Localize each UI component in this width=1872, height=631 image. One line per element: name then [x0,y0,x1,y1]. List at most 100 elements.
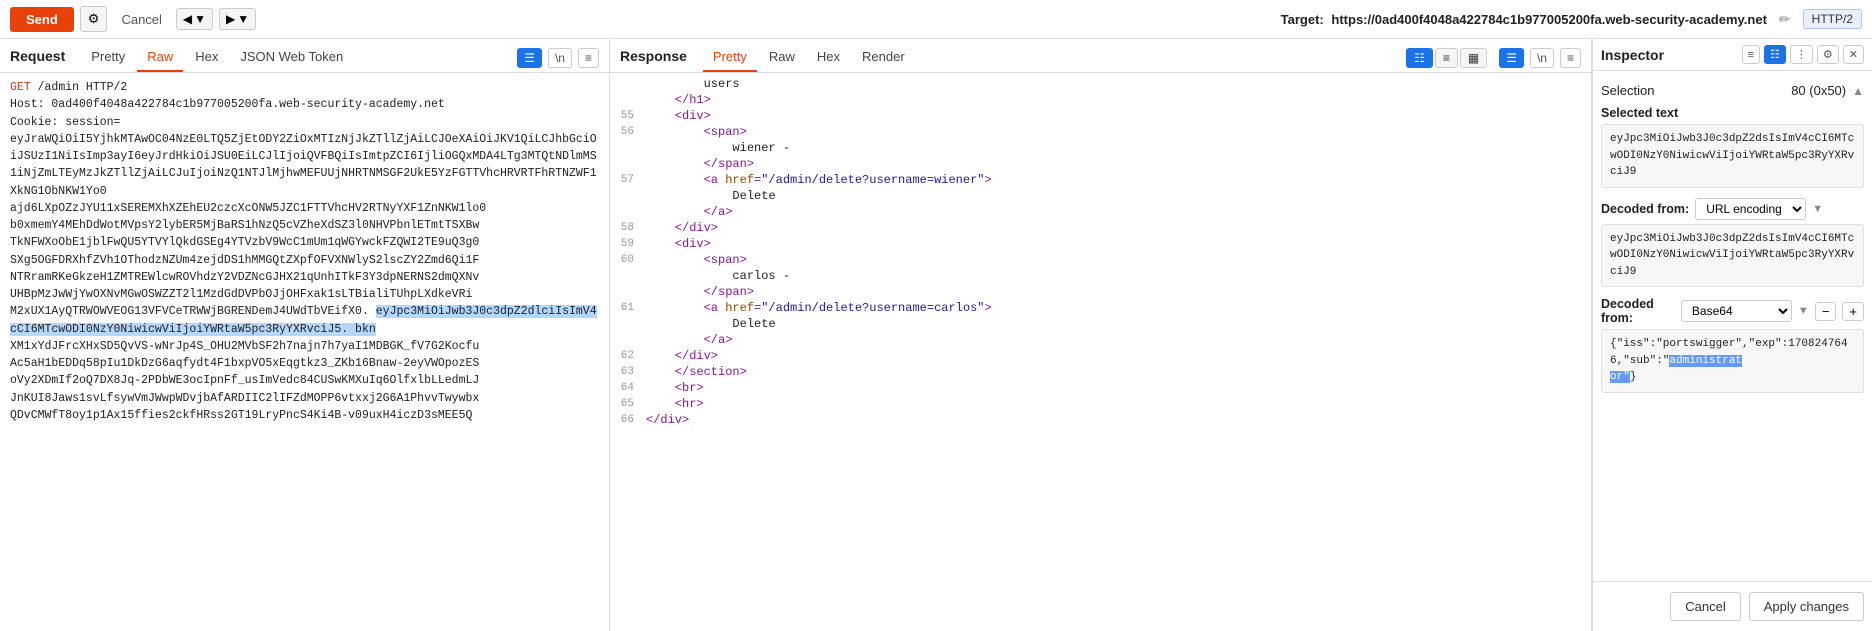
tab-response-pretty[interactable]: Pretty [703,45,757,72]
request-newline-btn[interactable]: \n [548,48,572,68]
selection-value: 80 (0x50) [1791,83,1846,98]
chevron-down-icon2: ▼ [237,12,249,26]
code-line: wiener - [610,141,1591,157]
chevron-left-icon: ◀ [183,12,192,26]
response-tab-bar: Pretty Raw Hex Render ☷ ≡ ▦ ☰ \n ≡ [703,45,1581,72]
tab-request-jwt[interactable]: JSON Web Token [230,45,353,72]
response-inline-btn[interactable]: ☰ [1499,48,1524,68]
selected-text-title: Selected text [1601,106,1864,120]
response-content[interactable]: users </h1> 55 <div> 56 <span> wiener - [610,73,1591,631]
request-panel: Request Pretty Raw Hex JSON Web Token ☰ … [0,39,610,631]
apply-changes-button[interactable]: Apply changes [1749,592,1864,621]
code-line: </a> [610,333,1591,349]
request-wrap-btn[interactable]: ≡ [578,48,599,68]
decoded-url-section: Decoded from: URL encoding Base64 HTML ▼… [1601,198,1864,288]
response-panel-header: Response Pretty Raw Hex Render ☷ ≡ ▦ ☰ \… [610,39,1591,73]
code-line: 58 </div> [610,221,1591,237]
tab-response-render[interactable]: Render [852,45,915,72]
inspector-cancel-button[interactable]: Cancel [1670,592,1740,621]
toolbar: Send ⚙ Cancel ◀ ▼ ▶ ▼ Target: https://0a… [0,0,1872,39]
code-line: </h1> [610,93,1591,109]
selected-text-section: Selected text eyJpc3MiOiJwb3J0c3dpZ2dsIs… [1601,106,1864,188]
inspector-header: Inspector ≡ ☷ ⋮ ⚙ ✕ [1593,39,1872,71]
request-inline-btn[interactable]: ☰ [517,48,542,68]
code-line: </span> [610,285,1591,301]
main-area: Request Pretty Raw Hex JSON Web Token ☰ … [0,39,1872,631]
code-line: Delete [610,189,1591,205]
tab-request-pretty[interactable]: Pretty [81,45,135,72]
view-grid-btn[interactable]: ☷ [1406,48,1433,68]
nav-back-button[interactable]: ◀ ▼ [176,8,213,30]
code-line: 59 <div> [610,237,1591,253]
code-line: 66 </div> [610,413,1591,429]
selection-chevron-icon[interactable]: ▲ [1852,84,1864,98]
decoded-base64-label: Decoded from: [1601,297,1675,325]
view-wrap-btn[interactable]: ▦ [1460,48,1487,68]
tab-request-raw[interactable]: Raw [137,45,183,72]
chevron-down-url-icon: ▼ [1812,203,1823,215]
chevron-down-icon: ▼ [194,12,206,26]
edit-url-icon[interactable]: ✏ [1779,11,1791,28]
request-content[interactable]: GET /admin HTTP/2 Host: 0ad400f4048a4227… [0,73,609,631]
decode-minus-btn[interactable]: − [1815,302,1837,321]
code-line: users [610,77,1591,93]
inspector-close-btn[interactable]: ✕ [1843,45,1864,64]
response-panel-title: Response [620,48,687,70]
cancel-button[interactable]: Cancel [113,8,169,31]
decoded-base64-text[interactable]: {"iss":"portswigger","exp":1708247646,"s… [1601,329,1864,393]
decoded-url-select[interactable]: URL encoding Base64 HTML [1695,198,1806,220]
target-label: Target: https://0ad400f4048a422784c1b977… [1281,12,1767,27]
send-button[interactable]: Send [10,7,74,32]
decode-plus-btn[interactable]: + [1842,302,1864,321]
code-line: </span> [610,157,1591,173]
decoded-base64-select[interactable]: Base64 URL encoding HTML [1681,300,1792,322]
tab-response-hex[interactable]: Hex [807,45,850,72]
code-line: 56 <span> [610,125,1591,141]
settings-button[interactable]: ⚙ [80,6,108,32]
request-panel-title: Request [10,48,65,70]
inspector-align-btn[interactable]: ⋮ [1790,45,1813,64]
inspector-title: Inspector [1601,47,1742,63]
code-line: </a> [610,205,1591,221]
decoded-url-label: Decoded from: [1601,202,1689,216]
response-wrap-btn[interactable]: ≡ [1560,48,1581,68]
decoded-url-text[interactable]: eyJpc3MiOiJwb3J0c3dpZ2dsIsImV4cCI6MTcwOD… [1601,224,1864,288]
code-line: 57 <a href="/admin/delete?username=wiene… [610,173,1591,189]
selection-row: Selection 80 (0x50) ▲ [1601,79,1864,106]
inspector-view-split-btn[interactable]: ☷ [1764,45,1786,64]
selection-label: Selection [1601,83,1654,98]
inspector-footer: Cancel Apply changes [1593,581,1872,631]
response-view-group: ☷ ≡ ▦ [1406,48,1487,68]
request-tab-bar: Pretty Raw Hex JSON Web Token ☰ \n ≡ [81,45,599,72]
decoded-base64-header: Decoded from: Base64 URL encoding HTML ▼… [1601,297,1864,325]
chevron-down-b64-icon: ▼ [1798,305,1809,317]
code-line: 60 <span> [610,253,1591,269]
selected-text-box[interactable]: eyJpc3MiOiJwb3J0c3dpZ2dsIsImV4cCI6MTcwOD… [1601,124,1864,188]
tab-request-hex[interactable]: Hex [185,45,228,72]
request-panel-header: Request Pretty Raw Hex JSON Web Token ☰ … [0,39,609,73]
inspector-view-text-btn[interactable]: ≡ [1742,45,1760,64]
tab-response-raw[interactable]: Raw [759,45,805,72]
code-line: 61 <a href="/admin/delete?username=carlo… [610,301,1591,317]
request-tab-icons: ☰ \n ≡ [517,48,599,72]
code-line: 63 </section> [610,365,1591,381]
code-line: 62 </div> [610,349,1591,365]
decoded-url-header: Decoded from: URL encoding Base64 HTML ▼ [1601,198,1864,220]
http-version-badge[interactable]: HTTP/2 [1803,9,1862,29]
inspector-panel: Inspector ≡ ☷ ⋮ ⚙ ✕ Selection 80 (0x50) … [1592,39,1872,631]
inspector-icon-group: ≡ ☷ ⋮ ⚙ ✕ [1742,45,1864,64]
code-line: 64 <br> [610,381,1591,397]
decoded-base64-section: Decoded from: Base64 URL encoding HTML ▼… [1601,297,1864,393]
code-line: carlos - [610,269,1591,285]
response-panel: Response Pretty Raw Hex Render ☷ ≡ ▦ ☰ \… [610,39,1592,631]
code-line: Delete [610,317,1591,333]
inspector-body: Selection 80 (0x50) ▲ Selected text eyJp… [1593,71,1872,581]
response-newline-btn[interactable]: \n [1530,48,1554,68]
inspector-settings-btn[interactable]: ⚙ [1817,45,1839,64]
code-line: 65 <hr> [610,397,1591,413]
chevron-right-icon: ▶ [226,12,235,26]
view-lines-btn[interactable]: ≡ [1435,48,1458,68]
code-line: 55 <div> [610,109,1591,125]
response-tab-icons: ☷ ≡ ▦ ☰ \n ≡ [1402,48,1581,72]
nav-fwd-button[interactable]: ▶ ▼ [219,8,256,30]
